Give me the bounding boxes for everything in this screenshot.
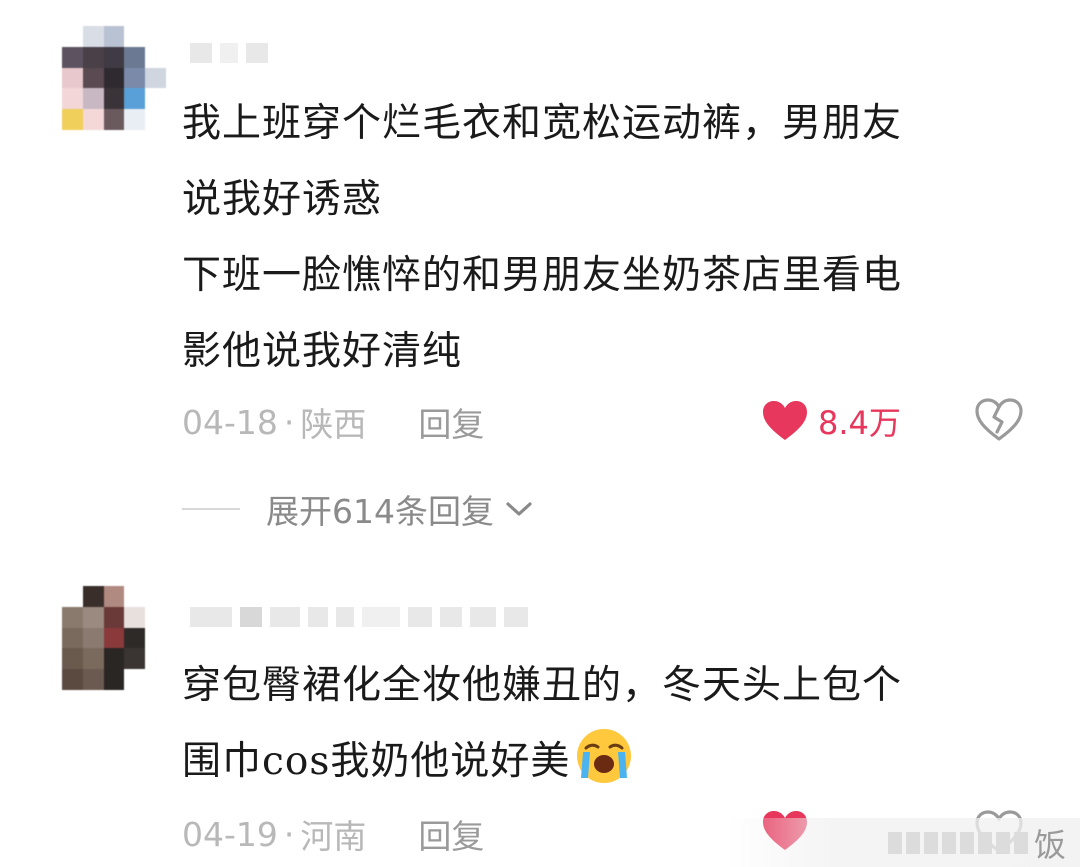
username-blurred[interactable] <box>190 606 528 628</box>
avatar[interactable] <box>62 26 166 130</box>
watermark: 饭 <box>726 818 1080 867</box>
expand-replies-row: 展开614条回复 <box>182 486 534 532</box>
chevron-down-icon <box>506 502 532 516</box>
divider-line <box>182 508 240 510</box>
comment-date: 04-18 <box>182 402 278 442</box>
separator-dot: · <box>283 402 295 442</box>
expand-replies-button[interactable]: 展开614条回复 <box>266 485 534 533</box>
reply-button[interactable]: 回复 <box>418 810 484 858</box>
comment-meta: 04-19 · 河南 回复 <box>182 810 484 858</box>
comment-date: 04-19 <box>182 814 278 854</box>
comment-list: 我上班穿个烂毛衣和宽松运动裤，男朋友 说我好诱惑 下班一脸憔悴的和男朋友坐奶茶店… <box>0 0 1080 867</box>
like-button[interactable]: 8.4万 <box>762 398 901 444</box>
comment-line-text: 围巾cos我奶他说好美 <box>182 739 571 784</box>
comment-location: 河南 <box>300 817 367 856</box>
comment-meta: 04-18 · 陕西 回复 <box>182 398 484 446</box>
like-count: 8.4万 <box>818 404 901 442</box>
reply-button[interactable]: 回复 <box>418 398 484 446</box>
comment-line: 围巾cos我奶他说好美 <box>182 724 1002 800</box>
heart-icon <box>763 401 807 440</box>
watermark-blurred-handle <box>887 831 1028 854</box>
separator-dot: · <box>283 814 295 854</box>
comment-text: 穿包臀裙化全妆他嫌丑的，冬天头上包个 围巾cos我奶他说好美 <box>182 648 1002 800</box>
expand-replies-label: 展开614条回复 <box>266 492 494 531</box>
broken-heart-icon <box>975 398 1023 441</box>
comment-line: 影他说我好清纯 <box>182 329 463 374</box>
username-blurred[interactable] <box>190 42 268 64</box>
comment-line: 我上班穿个烂毛衣和宽松运动裤，男朋友 <box>182 101 903 146</box>
comment-text: 我上班穿个烂毛衣和宽松运动裤，男朋友 说我好诱惑 下班一脸憔悴的和男朋友坐奶茶店… <box>182 86 1002 390</box>
comment-line: 下班一脸憔悴的和男朋友坐奶茶店里看电 <box>182 253 903 298</box>
avatar[interactable] <box>62 586 166 690</box>
comment-location: 陕西 <box>300 405 367 444</box>
watermark-text: 饭 <box>1033 825 1066 864</box>
comment-line: 说我好诱惑 <box>182 177 383 222</box>
dislike-button[interactable] <box>975 398 1023 446</box>
crying-face-emoji-icon <box>577 729 632 783</box>
comment-line: 穿包臀裙化全妆他嫌丑的，冬天头上包个 <box>182 663 903 708</box>
